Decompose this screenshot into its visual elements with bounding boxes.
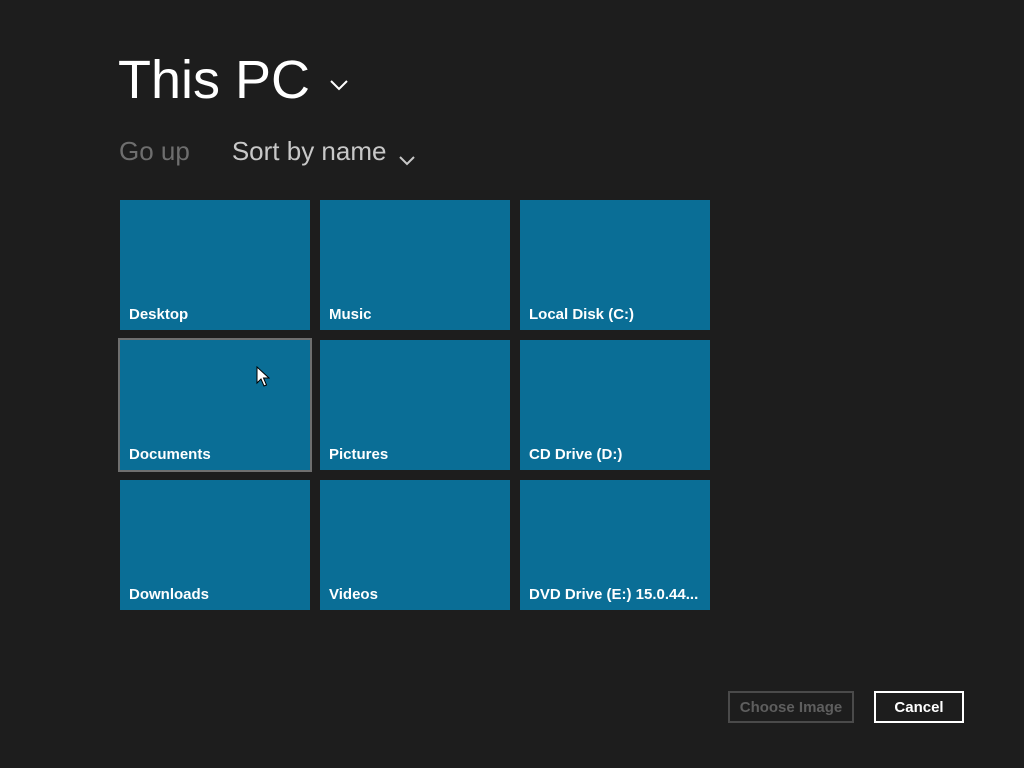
tile-label: Music: [329, 306, 372, 323]
command-bar: Go up Sort by name: [119, 134, 416, 168]
tile-music[interactable]: Music: [320, 200, 510, 330]
tile-local-disk-c[interactable]: Local Disk (C:): [520, 200, 710, 330]
tile-pictures[interactable]: Pictures: [320, 340, 510, 470]
chevron-down-icon: [398, 144, 416, 166]
tile-documents[interactable]: Documents: [118, 338, 312, 472]
tile-label: CD Drive (D:): [529, 446, 623, 463]
tile-label: Documents: [129, 446, 211, 463]
tile-videos[interactable]: Videos: [320, 480, 510, 610]
tile-label: Pictures: [329, 446, 389, 463]
location-dropdown[interactable]: This PC: [118, 48, 350, 112]
tile-downloads[interactable]: Downloads: [120, 480, 310, 610]
tile-dvd-drive-e[interactable]: DVD Drive (E:) 15.0.44...: [520, 480, 710, 610]
folder-grid: Desktop Music Local Disk (C:) Documents …: [118, 200, 710, 610]
location-title: This PC: [118, 50, 311, 110]
tile-label: Downloads: [129, 586, 210, 603]
tile-label: Desktop: [129, 306, 189, 323]
chevron-down-icon: [328, 74, 350, 96]
tile-label: Local Disk (C:): [529, 306, 635, 323]
sort-dropdown[interactable]: Sort by name: [232, 134, 417, 168]
tile-label: DVD Drive (E:) 15.0.44...: [529, 586, 699, 603]
mouse-pointer-icon: [256, 365, 271, 388]
cancel-button[interactable]: Cancel: [874, 691, 964, 723]
sort-label: Sort by name: [231, 136, 387, 166]
tile-cd-drive-d[interactable]: CD Drive (D:): [520, 340, 710, 470]
choose-image-button[interactable]: Choose Image: [728, 691, 854, 723]
tile-label: Videos: [329, 586, 378, 603]
go-up-button[interactable]: Go up: [119, 134, 190, 168]
tile-desktop[interactable]: Desktop: [120, 200, 310, 330]
file-picker-page: This PC Go up Sort by name Desktop Music…: [0, 0, 1024, 768]
